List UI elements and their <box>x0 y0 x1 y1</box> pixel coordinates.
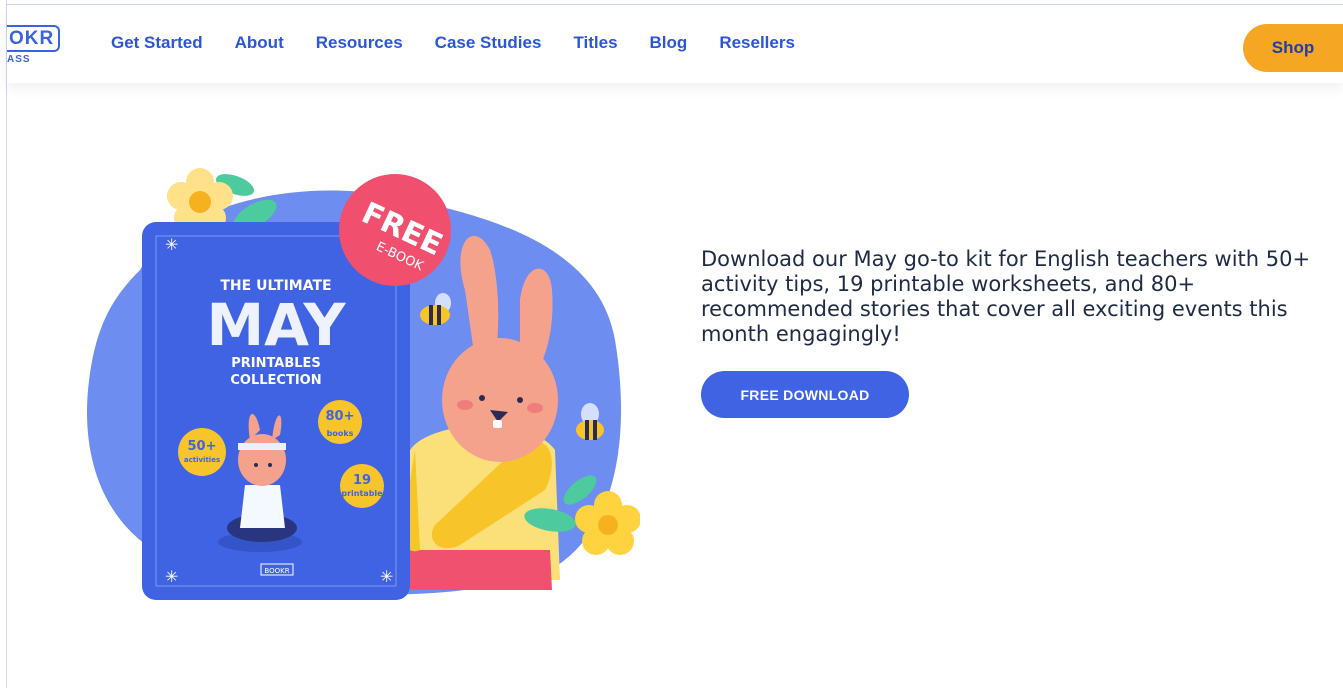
nav-titles[interactable]: Titles <box>573 33 617 53</box>
rabbit-head <box>442 338 558 462</box>
main-nav: Get Started About Resources Case Studies… <box>111 33 827 53</box>
free-download-button[interactable]: FREE DOWNLOAD <box>701 371 909 418</box>
nav-get-started[interactable]: Get Started <box>111 33 203 53</box>
book-subtitle-2: COLLECTION <box>230 373 321 388</box>
nav-about[interactable]: About <box>235 33 284 53</box>
book-title: MAY <box>206 291 346 359</box>
rabbit-shorts <box>410 550 552 590</box>
nav-case-studies[interactable]: Case Studies <box>435 33 542 53</box>
stat-value: 19 <box>353 473 371 488</box>
rabbit-eye <box>479 395 485 401</box>
page-border-left <box>6 0 7 688</box>
book-subtitle-1: PRINTABLES <box>231 356 321 371</box>
stat-value: 50+ <box>188 439 217 454</box>
logo-wordmark: OKR <box>7 25 61 52</box>
promo-description: Download our May go-to kit for English t… <box>701 247 1311 346</box>
rabbit-eye <box>517 397 523 403</box>
shop-button[interactable]: Shop <box>1243 24 1343 72</box>
stat-label: activities <box>184 456 220 464</box>
nav-resellers[interactable]: Resellers <box>719 33 795 53</box>
nav-resources[interactable]: Resources <box>316 33 403 53</box>
ebook-illustration: ✳ ✳ ✳ ✳ THE ULTIMATE MAY PRINTABLES COLL… <box>86 168 640 600</box>
stat-label: books <box>327 429 354 438</box>
stat-value: 80+ <box>326 409 355 424</box>
stat-label: printable <box>341 489 383 498</box>
nav-blog[interactable]: Blog <box>650 33 688 53</box>
logo-subtitle: ASS <box>7 54 31 65</box>
bookr-logo[interactable]: OKR ASS <box>7 25 61 65</box>
svg-text:✳: ✳ <box>165 567 178 586</box>
book-footer-logo: BOOKR <box>264 567 289 575</box>
site-header: OKR ASS Get Started About Resources Case… <box>7 5 1343 83</box>
svg-text:✳: ✳ <box>380 567 393 586</box>
svg-text:✳: ✳ <box>165 235 178 254</box>
